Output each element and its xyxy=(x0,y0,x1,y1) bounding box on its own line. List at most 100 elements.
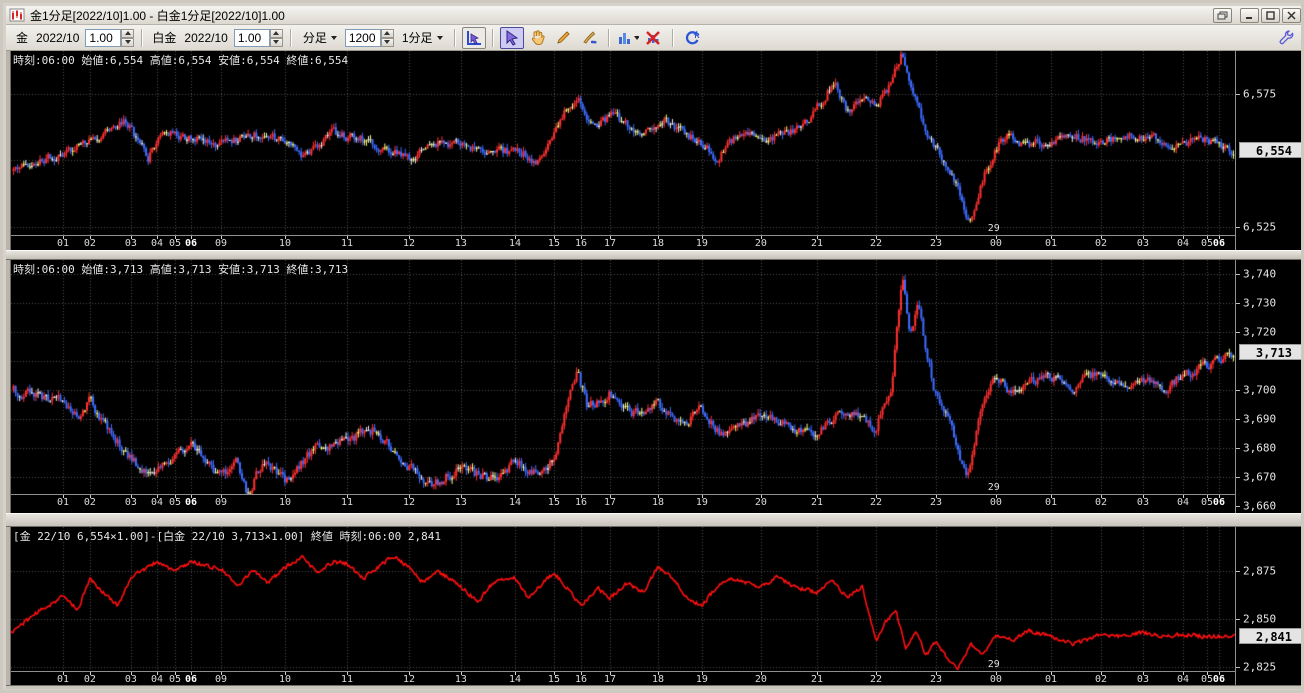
x-axis-label: 09 xyxy=(215,674,228,685)
bar-interval-label: 1分足 xyxy=(401,31,433,45)
toolbar-separator xyxy=(141,28,144,47)
date-label: 29 xyxy=(987,659,1000,670)
x-axis-label: 21 xyxy=(810,497,824,508)
pen-annotate-tool-button[interactable] xyxy=(578,27,602,49)
pen-annotate-icon xyxy=(582,31,597,44)
y-axis-tick xyxy=(1236,448,1240,449)
hand-pan-tool-button[interactable] xyxy=(526,27,550,49)
x-axis-label: 01 xyxy=(56,238,70,249)
pencil-draw-tool-button[interactable] xyxy=(552,27,576,49)
bar-interval-dropdown[interactable]: 1分足 xyxy=(396,26,449,49)
gold-symbol-label: 金 xyxy=(16,31,29,45)
bar-count-spinner: 1200 xyxy=(344,28,394,47)
x-axis-label: 20 xyxy=(754,674,767,685)
spread-y-axis: 2,875 2,850 2,825 2,841 xyxy=(1235,527,1301,687)
popout-icon xyxy=(1217,11,1228,19)
y-axis-label: 3,730 xyxy=(1243,296,1277,310)
chart-cursor-tool-button[interactable] xyxy=(461,26,486,49)
platinum-ratio-spin-down-button[interactable] xyxy=(269,37,283,47)
x-axis-label: 14 xyxy=(509,674,522,685)
x-axis-label: 19 xyxy=(695,497,708,508)
platinum-symbol-label: 白金 xyxy=(152,31,177,45)
x-axis-label: 12 xyxy=(403,497,416,508)
panel-splitter[interactable] xyxy=(6,513,1301,527)
x-axis-label: 09 xyxy=(215,238,228,249)
chart-area: 時刻:06:00 始値:6,554 高値:6,554 安値:6,554 終値:6… xyxy=(6,51,1301,689)
x-axis-label: 04 xyxy=(150,674,164,685)
platinum-x-axis: 01 02 03 04 05 06 09 10 11 12 13 14 15 16 17 18 19 20 21 22… xyxy=(11,494,1235,513)
gold-plot-canvas[interactable] xyxy=(11,51,1235,235)
delete-indicator-button[interactable] xyxy=(642,27,666,49)
gold-chart-panel: 時刻:06:00 始値:6,554 高値:6,554 安値:6,554 終値:6… xyxy=(11,51,1235,235)
x-axis-label: 11 xyxy=(340,238,354,249)
close-button[interactable] xyxy=(1282,7,1301,23)
bar-type-label: 分足 xyxy=(302,31,327,45)
x-axis-label: 02 xyxy=(1094,238,1107,249)
x-axis-label: 05 xyxy=(1200,238,1213,249)
x-axis-label: 04 xyxy=(150,238,164,249)
popout-window-button[interactable] xyxy=(1213,7,1232,23)
platinum-ratio-spin-up-button[interactable] xyxy=(269,28,283,38)
x-axis-label: 20 xyxy=(754,497,767,508)
x-axis-label: 13 xyxy=(454,497,467,508)
x-axis-label: 03 xyxy=(1136,497,1149,508)
bar-chart-menu-button[interactable] xyxy=(616,27,640,49)
platinum-plot-canvas[interactable] xyxy=(11,260,1235,494)
x-axis-label: 06 xyxy=(1212,674,1225,685)
y-axis-label: 2,850 xyxy=(1243,612,1277,626)
minimize-icon xyxy=(1246,16,1252,19)
x-axis-label: 05 xyxy=(168,497,182,508)
x-axis-label: 04 xyxy=(150,497,164,508)
toolbar-separator xyxy=(289,28,292,47)
chevron-down-icon xyxy=(436,35,443,40)
platinum-y-axis: 3,740 3,730 3,720 3,700 3,690 3,680 3,670 3,660… xyxy=(1235,260,1301,513)
refresh-icon: R xyxy=(685,30,699,45)
y-axis-tick xyxy=(1236,390,1240,391)
y-axis-label: 6,525 xyxy=(1243,220,1277,234)
maximize-button[interactable] xyxy=(1261,7,1280,23)
x-axis-label: 13 xyxy=(454,674,467,685)
x-axis-label: 20 xyxy=(754,238,767,249)
x-axis-label: 11 xyxy=(340,497,354,508)
delete-indicator-icon xyxy=(646,31,660,45)
minimize-button[interactable] xyxy=(1240,7,1259,23)
x-axis-label: 02 xyxy=(83,497,96,508)
bar-count-spin-down-button[interactable] xyxy=(380,37,394,47)
date-label: 29 xyxy=(987,223,1000,234)
x-axis-label: 05 xyxy=(1200,674,1213,685)
x-axis-label: 03 xyxy=(124,497,137,508)
panel-splitter[interactable] xyxy=(6,250,1301,260)
y-axis-tick xyxy=(1236,506,1240,507)
x-axis-label: 22 xyxy=(869,674,883,685)
chevron-down-icon xyxy=(330,35,337,40)
bar-type-dropdown[interactable]: 分足 xyxy=(297,26,343,49)
bar-count-input[interactable]: 1200 xyxy=(344,28,381,47)
current-price-badge: 3,713 xyxy=(1239,344,1301,360)
gold-ratio-input[interactable]: 1.00 xyxy=(85,28,122,47)
x-axis-label: 16 xyxy=(574,238,588,249)
y-axis-label: 3,680 xyxy=(1243,441,1277,455)
x-axis-label: 21 xyxy=(810,238,824,249)
refresh-button[interactable]: R xyxy=(680,27,704,49)
x-axis-label: 15 xyxy=(547,497,560,508)
platinum-ratio-input[interactable]: 1.00 xyxy=(233,28,270,47)
x-axis-label: 03 xyxy=(124,238,137,249)
bar-count-spin-up-button[interactable] xyxy=(380,28,394,38)
gold-y-axis: 6,575 6,525 6,554 xyxy=(1235,51,1301,250)
x-axis-label: 13 xyxy=(454,238,467,249)
toolbar-separator xyxy=(607,28,610,47)
maximize-icon xyxy=(1266,10,1275,20)
spread-plot-canvas[interactable] xyxy=(11,527,1235,671)
x-axis-label: 03 xyxy=(1136,674,1149,685)
settings-wrench-button[interactable] xyxy=(1273,27,1297,49)
x-axis-label: 22 xyxy=(869,238,883,249)
gold-ratio-spin-down-button[interactable] xyxy=(121,37,135,47)
select-arrow-tool-button[interactable] xyxy=(499,26,524,49)
y-axis-label: 3,740 xyxy=(1243,267,1277,281)
gold-ratio-spin-up-button[interactable] xyxy=(121,28,135,38)
gold-ratio-spinner: 1.00 xyxy=(85,28,135,47)
x-axis-label: 03 xyxy=(1136,238,1149,249)
x-axis-label: 04 xyxy=(1176,497,1189,508)
y-axis-label: 3,720 xyxy=(1243,325,1277,339)
x-axis-label: 01 xyxy=(1045,497,1058,508)
